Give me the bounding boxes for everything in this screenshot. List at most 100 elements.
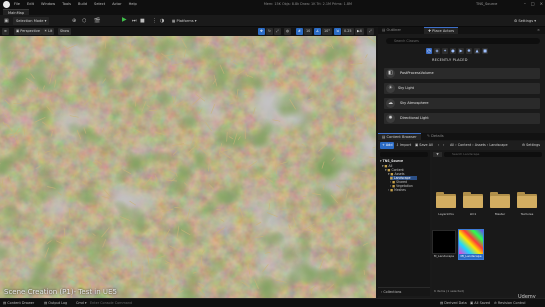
output-log-button[interactable]: ▤ Output Log [44, 300, 67, 307]
asset-folder-layerinfos[interactable]: Layerinfos [434, 188, 458, 217]
place-item-sky-atmosphere[interactable]: ☁ Sky Atmosphere [384, 98, 540, 109]
place-item-directional-light[interactable]: ✹ Directional Light [384, 113, 540, 124]
grid-snap-value[interactable]: 10 [304, 28, 313, 35]
breadcrumb-assets[interactable]: Assets [475, 143, 486, 147]
selection-mode-label: Selection Mode [16, 19, 44, 23]
selection-mode-dropdown[interactable]: Selection Mode ▾ [13, 17, 50, 25]
close-panel-icon[interactable]: × [533, 27, 544, 34]
rotate-tool-button[interactable]: ↻ [266, 28, 273, 35]
visual-effects-category-icon[interactable]: ✺ [466, 48, 472, 54]
content-browser-toolbar: + Add ⇩ Import ▣ Save All ‹ › All › Cont… [378, 141, 545, 150]
scale-snap-toggle[interactable]: ⇲ [334, 28, 341, 35]
add-button[interactable]: + Add [380, 142, 395, 149]
close-icon[interactable]: × [540, 1, 543, 6]
place-item-postprocess-volume[interactable]: ◧ PostProcessVolume [384, 68, 540, 79]
volumes-category-icon[interactable]: ■ [482, 48, 488, 54]
maximize-viewport-button[interactable]: ⤢ [367, 28, 374, 35]
scale-tool-button[interactable]: ⤢ [274, 28, 281, 35]
collections-header[interactable]: › Collections [378, 287, 430, 295]
blueprint-icon[interactable]: ⬡ [82, 17, 86, 25]
revision-control-button[interactable]: ⊘ Revision Control [494, 300, 525, 307]
derived-data-button[interactable]: ▤ Derived Data [440, 300, 467, 307]
settings-dropdown[interactable]: ⚙ Settings ▾ [514, 17, 536, 25]
launch-icon[interactable]: ◑ [160, 17, 164, 25]
sky-light-icon: ☀ [386, 84, 395, 93]
world-local-button[interactable]: ◍ [284, 28, 291, 35]
tab-place-actors[interactable]: ✚ Place Actors [424, 27, 459, 34]
camera-speed-button[interactable]: ▶4 [355, 28, 364, 35]
lit-button[interactable]: ☀ Lit [42, 28, 55, 35]
asset-material-m-landscape[interactable]: M_Landscape [432, 230, 456, 259]
breadcrumb-all[interactable]: All [450, 143, 454, 147]
minimize-icon[interactable]: – [524, 1, 526, 6]
breadcrumb-content[interactable]: Content [458, 143, 472, 147]
tab-details[interactable]: ✎ Details [423, 133, 448, 140]
folder-tree: ▾ TNS_Source ▾ ■ All ▾ ■ Content ▾ ■ Ass… [378, 150, 430, 296]
forward-icon[interactable]: › [441, 142, 446, 149]
console-command-input[interactable]: Enter Console Command [90, 300, 132, 307]
lights-category-icon[interactable]: ✦ [442, 48, 448, 54]
folder-icon [488, 188, 512, 212]
unreal-logo-icon[interactable] [3, 0, 10, 8]
viewport-toolbar: ≡ ▣ Perspective ☀ Lit Show ✥ ↻ ⤢ ◍ # 10 … [0, 27, 376, 36]
place-actors-search-placeholder: Search Classes [394, 39, 419, 43]
stop-icon[interactable]: ■ [140, 17, 145, 25]
tab-content-browser[interactable]: ▤ Content Browser [378, 133, 421, 140]
save-icon[interactable]: ▣ [4, 17, 9, 25]
play-options-icon[interactable]: ⋮ [152, 17, 157, 25]
tree-item-meshes[interactable]: › ■ Meshes [388, 188, 406, 192]
content-settings-button[interactable]: ⚙ Settings [520, 142, 542, 149]
platforms-dropdown[interactable]: ▦ Platforms ▾ [172, 17, 197, 25]
menu-select[interactable]: Select [94, 2, 105, 6]
save-all-button[interactable]: ▣ Save All [413, 142, 435, 149]
tree-root[interactable]: ▾ TNS_Source [380, 159, 403, 163]
asset-name: MI_Landscape [460, 254, 482, 258]
place-item-sky-light[interactable]: ☀ Sky Light [384, 83, 540, 94]
import-button[interactable]: ⇩ Import [394, 142, 413, 149]
place-actors-search-input[interactable]: Search Classes [386, 38, 540, 44]
folder-search-input[interactable] [380, 152, 428, 157]
viewport-options-button[interactable]: ≡ [2, 28, 9, 35]
level-viewport[interactable] [0, 36, 376, 298]
translate-tool-button[interactable]: ✥ [258, 28, 265, 35]
content-drawer-button[interactable]: ▤ Content Drawer [3, 300, 34, 307]
filter-button[interactable]: ▼ [433, 152, 442, 157]
maximize-icon[interactable]: □ [531, 1, 535, 6]
asset-folder-lic1[interactable]: LIC1 [461, 188, 485, 217]
cinematics-icon[interactable]: 🎬 [94, 17, 100, 25]
asset-folder-master[interactable]: Master [488, 188, 512, 217]
menu-file[interactable]: File [14, 2, 20, 6]
breadcrumb-landscape[interactable]: Landscape [489, 143, 507, 147]
menu-window[interactable]: Window [41, 2, 55, 6]
viewport-caption: Scene Creation (P1)- Test in UE5 [4, 288, 117, 296]
all-saved-button[interactable]: ▣ All Saved [470, 300, 490, 307]
skip-icon[interactable]: ⏭ [132, 17, 137, 25]
cmd-dropdown[interactable]: Cmd ▾ [76, 300, 87, 307]
rotate-snap-value[interactable]: 10° [322, 28, 333, 35]
basic-category-icon[interactable]: ◈ [434, 48, 440, 54]
menu-tools[interactable]: Tools [62, 2, 71, 6]
perspective-button[interactable]: ▣ Perspective [14, 28, 42, 35]
material-instance-thumbnail [459, 230, 483, 254]
menu-edit[interactable]: Edit [27, 2, 34, 6]
shapes-category-icon[interactable]: ● [450, 48, 456, 54]
cinematic-category-icon[interactable]: ▶ [458, 48, 464, 54]
folder-icon [434, 188, 458, 212]
tab-outliner[interactable]: ▤ Outliner [378, 27, 405, 34]
show-button[interactable]: Show [58, 28, 72, 35]
recent-category-icon[interactable]: ◷ [426, 48, 432, 54]
asset-folder-textures[interactable]: Textures [515, 188, 539, 217]
place-item-label: PostProcessVolume [400, 71, 434, 75]
rotate-snap-toggle[interactable]: ∠ [314, 28, 322, 35]
grid-snap-toggle[interactable]: # [296, 28, 303, 35]
menu-build[interactable]: Build [78, 2, 87, 6]
scale-snap-value[interactable]: 0.25 [342, 28, 354, 35]
menu-actor[interactable]: Actor [112, 2, 121, 6]
asset-search-input[interactable]: Search Landscape [444, 152, 542, 157]
menu-help[interactable]: Help [129, 2, 137, 6]
add-actor-icon[interactable]: ⊕ [72, 17, 76, 25]
geometry-category-icon[interactable]: ▲ [474, 48, 480, 54]
play-icon[interactable]: ▶ [122, 16, 127, 24]
asset-material-instance-mi-landscape[interactable]: MI_Landscape [458, 229, 484, 260]
engine-stats: Mem: 15K Objs: 8.8k Draw: 1K Tri: 2.1M P… [263, 2, 352, 6]
